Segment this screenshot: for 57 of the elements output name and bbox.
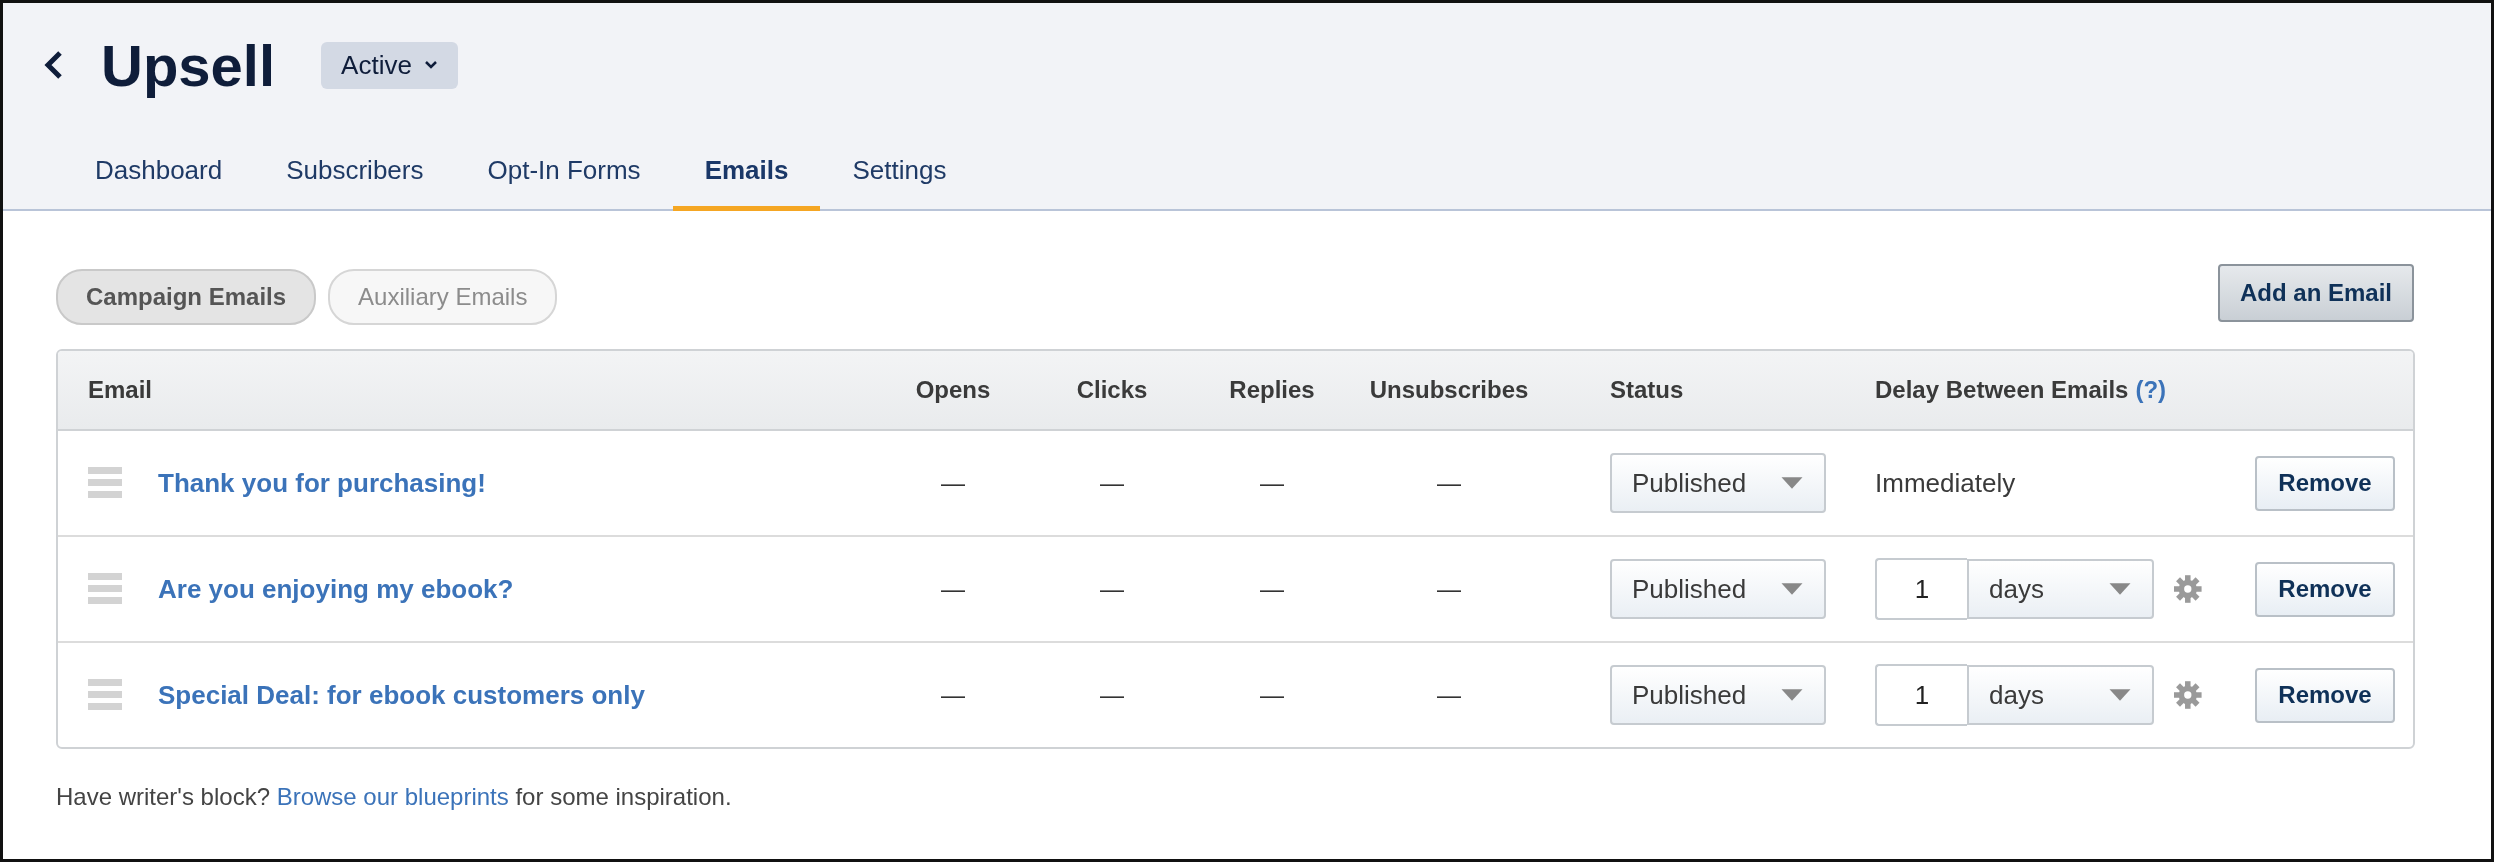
status-dropdown[interactable]: Published [1610, 559, 1826, 619]
add-email-button[interactable]: Add an Email [2217, 264, 2414, 322]
drag-handle-icon[interactable] [88, 573, 122, 605]
stat-cell: — [1100, 469, 1124, 496]
page-title: Upsell [101, 31, 276, 99]
nav-tab[interactable]: Emails [672, 145, 821, 211]
status-dropdown[interactable]: Active [321, 41, 458, 89]
caret-icon [1780, 688, 1804, 702]
caret-icon [2108, 688, 2133, 702]
nav-tab[interactable]: Opt-In Forms [455, 145, 673, 211]
unit-dropdown[interactable]: days [1967, 665, 2155, 725]
caret-icon [2108, 582, 2133, 596]
segment-tab[interactable]: Campaign Emails [56, 269, 317, 325]
delay-text: Immediately [1875, 467, 2016, 498]
footer-text: Have writer's block? Browse our blueprints for some inspiration. [56, 783, 733, 811]
column-header: Opens [915, 376, 991, 403]
unit-dropdown[interactable]: days [1967, 559, 2155, 619]
column-header: Replies [1229, 376, 1315, 403]
email-link[interactable]: Are you enjoying my ebook? [158, 573, 514, 605]
column-header: Status [1610, 376, 1684, 403]
caret-icon [1780, 582, 1804, 596]
stat-cell: — [1437, 575, 1461, 602]
stat-cell: — [1260, 575, 1284, 602]
nav-tab[interactable]: Subscribers [254, 145, 456, 211]
email-link[interactable]: Special Deal: for ebook customers only [158, 679, 645, 711]
blueprints-link[interactable]: Browse our blueprints [276, 783, 509, 810]
stat-cell: — [1260, 469, 1284, 496]
status-dropdown[interactable]: Published [1610, 665, 1826, 725]
stat-cell: — [1437, 469, 1461, 496]
column-header: Email [88, 376, 153, 403]
stat-cell: — [1100, 575, 1124, 602]
nav-tab[interactable]: Dashboard [63, 145, 255, 211]
drag-handle-icon[interactable] [88, 467, 122, 499]
stat-cell: — [941, 681, 965, 708]
settings-icon[interactable] [2174, 574, 2202, 604]
chevron-icon [423, 60, 438, 70]
email-link[interactable]: Thank you for purchasing! [158, 467, 486, 499]
caret-icon [1780, 476, 1804, 490]
stat-cell: — [1437, 681, 1461, 708]
column-header: Delay Between Emails [1875, 376, 2129, 404]
status-dropdown[interactable]: Published [1610, 453, 1826, 513]
delay-input[interactable]: 1 [1875, 558, 1967, 620]
column-header: Unsubscribes [1369, 376, 1529, 403]
remove-button[interactable]: Remove [2255, 455, 2395, 511]
nav-tab[interactable]: Settings [820, 145, 979, 211]
drag-handle-icon[interactable] [88, 679, 122, 711]
delay-input[interactable]: 1 [1875, 664, 1967, 726]
stat-cell: — [941, 469, 965, 496]
settings-icon[interactable] [2174, 680, 2202, 710]
remove-button[interactable]: Remove [2255, 561, 2395, 617]
back-icon[interactable] [43, 50, 65, 80]
help-link[interactable]: (?) [2135, 376, 2167, 404]
column-header: Clicks [1076, 376, 1148, 403]
stat-cell: — [1260, 681, 1284, 708]
remove-button[interactable]: Remove [2255, 667, 2395, 723]
stat-cell: — [941, 575, 965, 602]
stat-cell: — [1100, 681, 1124, 708]
